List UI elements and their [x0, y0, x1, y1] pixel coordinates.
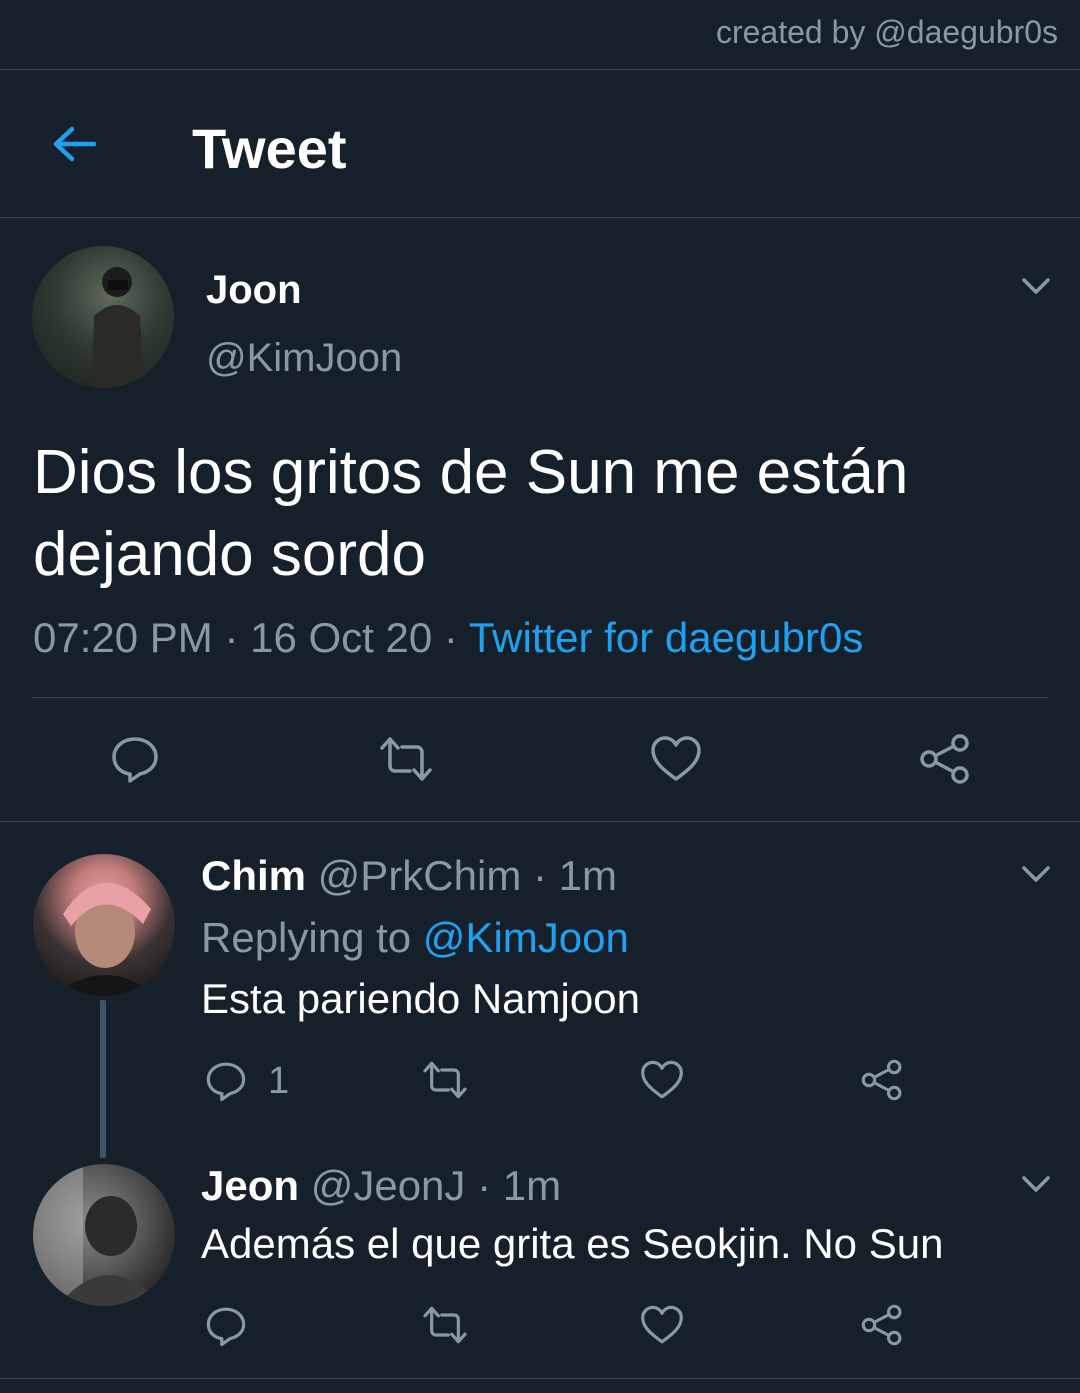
replying-to-link[interactable]: @KimJoon	[423, 914, 629, 961]
reply-icon[interactable]	[110, 734, 160, 784]
avatar-chim[interactable]	[33, 854, 175, 996]
meta-divider	[32, 697, 1048, 698]
author-name[interactable]: Joon	[206, 268, 302, 313]
reply-icon[interactable]	[205, 1060, 247, 1102]
reply-separator: ·	[533, 852, 547, 899]
tweet-date: 16 Oct 20	[250, 614, 433, 661]
like-icon[interactable]	[640, 1304, 684, 1346]
reply-header: Chim @PrkChim · 1m	[201, 852, 617, 900]
avatar-joon[interactable]	[32, 246, 174, 388]
share-icon[interactable]	[860, 1058, 904, 1102]
actions-divider	[0, 821, 1080, 822]
tweet-source-link[interactable]: Twitter for daegubr0s	[469, 614, 864, 661]
tweet-time: 07:20 PM	[33, 614, 213, 661]
share-icon[interactable]	[860, 1303, 904, 1347]
back-arrow-icon[interactable]	[50, 120, 98, 168]
meta-separator: ·	[224, 614, 239, 661]
reply-time: 1m	[502, 1162, 562, 1209]
page-title: Tweet	[192, 117, 347, 180]
top-divider	[0, 69, 1080, 70]
reply-author-handle[interactable]: @PrkChim	[318, 852, 522, 899]
reply-text: Esta pariendo Namjoon	[201, 975, 640, 1022]
retweet-icon[interactable]	[420, 1059, 470, 1101]
reply-count: 1	[268, 1060, 290, 1102]
reply-author-name[interactable]: Jeon	[201, 1162, 299, 1209]
chevron-down-icon[interactable]	[1021, 1174, 1051, 1194]
reply-header: Jeon @JeonJ · 1m	[201, 1162, 561, 1210]
thread-line	[100, 1000, 106, 1158]
tweet-meta: 07:20 PM · 16 Oct 20 · Twitter for daegu…	[33, 614, 863, 662]
like-icon[interactable]	[640, 1059, 684, 1101]
replying-label: Replying to	[201, 914, 412, 961]
header-divider	[0, 217, 1080, 218]
reply-separator: ·	[477, 1162, 492, 1209]
reply-text: Además el que grita es Seokjin. No Sun	[201, 1220, 944, 1267]
like-icon[interactable]	[650, 734, 702, 784]
meta-separator: ·	[443, 614, 458, 661]
author-handle[interactable]: @KimJoon	[206, 336, 402, 381]
watermark-credit: created by @daegubr0s	[715, 14, 1058, 50]
reply-time: 1m	[558, 852, 618, 899]
chevron-down-icon[interactable]	[1021, 276, 1051, 296]
retweet-icon[interactable]	[420, 1304, 470, 1346]
tweet-text: Dios los gritos de Sun me están dejando …	[33, 438, 909, 589]
reply-author-name[interactable]: Chim	[201, 852, 306, 899]
reply-icon[interactable]	[205, 1305, 247, 1347]
avatar-jeon[interactable]	[33, 1164, 175, 1306]
retweet-icon[interactable]	[376, 734, 436, 784]
reply-author-handle[interactable]: @JeonJ	[311, 1162, 466, 1209]
replying-to: Replying to @KimJoon	[201, 914, 629, 962]
share-icon[interactable]	[918, 732, 972, 786]
bottom-divider	[0, 1378, 1080, 1379]
chevron-down-icon[interactable]	[1021, 864, 1051, 884]
